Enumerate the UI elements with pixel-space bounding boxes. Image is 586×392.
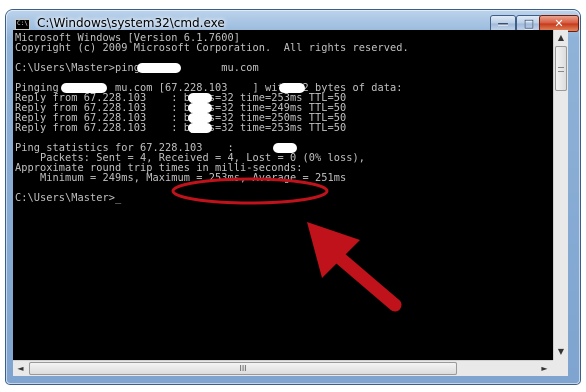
highlight-ellipse bbox=[171, 177, 329, 205]
highlight-annotation bbox=[171, 177, 402, 312]
arrow-shaft bbox=[333, 251, 402, 312]
